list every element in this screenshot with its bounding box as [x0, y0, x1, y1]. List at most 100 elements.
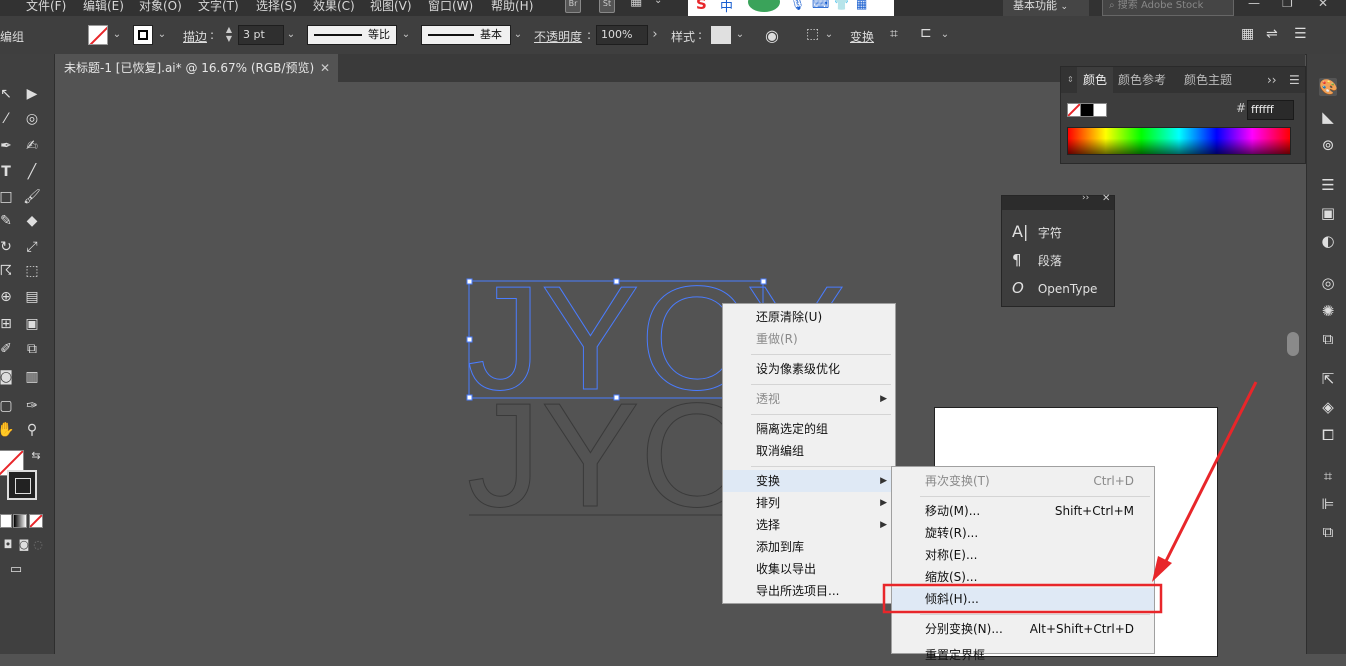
handle-top-center[interactable]	[613, 278, 620, 285]
submenu-item-rotate[interactable]: 旋转(R)...	[892, 522, 1154, 544]
gradient-panel-icon[interactable]: ▣	[1319, 204, 1337, 222]
minimize-icon[interactable]: —	[1248, 0, 1260, 10]
stroke-weight-dropdown[interactable]: ⌄	[284, 25, 298, 45]
handle-bottom-left[interactable]	[466, 394, 473, 401]
graphic-styles-icon[interactable]: ✺	[1319, 302, 1337, 320]
color-panel-icon[interactable]: 🎨	[1319, 78, 1338, 96]
brush-dropdown[interactable]: ⌄	[511, 25, 525, 45]
opentype-panel-item[interactable]: O OpenType	[1012, 278, 1097, 298]
curvature-tool-icon[interactable]: ✍	[22, 136, 42, 156]
pen-tool-icon[interactable]: ✒	[0, 136, 16, 156]
free-transform-tool-icon[interactable]: ⬚	[22, 261, 42, 281]
menu-file[interactable]: 文件(F)	[26, 0, 66, 14]
menu-item-perspective[interactable]: 透视 ▶	[723, 388, 895, 410]
menu-item-transform[interactable]: 变换 ▶	[723, 470, 895, 492]
artboards-panel-icon[interactable]: ⧠	[1319, 426, 1337, 444]
bridge-icon[interactable]: Br	[565, 0, 581, 13]
asset-export-icon[interactable]: ⧉	[1319, 330, 1337, 348]
menu-select[interactable]: 选择(S)	[256, 0, 297, 14]
opacity-label[interactable]: 不透明度	[534, 28, 582, 45]
none-swatch[interactable]	[1067, 103, 1081, 117]
menu-effect[interactable]: 效果(C)	[313, 0, 355, 14]
opacity-input[interactable]: 100%	[596, 25, 648, 45]
stroke-color-swatch[interactable]	[7, 470, 37, 500]
isolate-icon[interactable]: ⌗	[890, 26, 898, 42]
stock-search-input[interactable]: ⌕ 搜索 Adobe Stock	[1102, 0, 1234, 16]
rotate-tool-icon[interactable]: ↻	[0, 237, 16, 257]
menu-view[interactable]: 视图(V)	[370, 0, 412, 14]
black-swatch[interactable]	[1080, 103, 1094, 117]
menu-type[interactable]: 文字(T)	[198, 0, 239, 14]
menu-item-export-selection[interactable]: 导出所选项目...	[723, 580, 895, 602]
panel-expand-icon[interactable]: ››	[1267, 67, 1277, 93]
handle-top-left[interactable]	[466, 278, 473, 285]
fill-swatch[interactable]	[88, 25, 108, 45]
magic-wand-tool-icon[interactable]: ⁄	[0, 109, 16, 129]
handle-bottom-center[interactable]	[613, 394, 620, 401]
shape-builder-tool-icon[interactable]: ⊕	[0, 287, 16, 307]
perspective-grid-tool-icon[interactable]: ▤	[22, 287, 42, 307]
arrange-icon[interactable]: ▦	[1241, 26, 1254, 42]
gradient-tool-icon[interactable]: ▣	[22, 314, 42, 334]
character-panel-item[interactable]: A| 字符	[1012, 222, 1062, 242]
stroke-swatch[interactable]	[133, 25, 153, 45]
restore-icon[interactable]: ❐	[1282, 0, 1293, 10]
slice-tool-icon[interactable]: ✑	[22, 396, 42, 416]
document-tab[interactable]: 未标题-1 [已恢复].ai* @ 16.67% (RGB/预览) ✕	[55, 54, 338, 82]
vertical-scrollbar-thumb[interactable]	[1287, 332, 1299, 356]
tab-color-themes[interactable]: 颜色主题	[1184, 67, 1232, 93]
paintbrush-tool-icon[interactable]: 🖌	[22, 187, 42, 207]
stroke-panel-icon[interactable]: ☰	[1319, 176, 1337, 194]
mesh-tool-icon[interactable]: ⊞	[0, 314, 16, 334]
menu-item-pixel-optimize[interactable]: 设为像素级优化	[723, 358, 895, 380]
submenu-item-reflect[interactable]: 对称(E)...	[892, 544, 1154, 566]
lasso-tool-icon[interactable]: ◎	[22, 109, 42, 129]
collapse-icon[interactable]: ››	[1082, 193, 1089, 203]
brush-definition[interactable]: 基本	[421, 25, 511, 45]
symbol-sprayer-tool-icon[interactable]: ◙	[0, 367, 16, 387]
blend-tool-icon[interactable]: ⧉	[22, 339, 42, 359]
menu-item-redo[interactable]: 重做(R)	[723, 328, 895, 350]
align-dropdown[interactable]: ⌄	[822, 25, 836, 45]
stock-icon[interactable]: St	[599, 0, 615, 13]
panel-menu-icon[interactable]: ☰	[1289, 67, 1300, 93]
eyedropper-tool-icon[interactable]: ✐	[0, 339, 16, 359]
selection-tool-icon[interactable]: ↖	[0, 84, 16, 104]
none-mode-icon[interactable]	[29, 514, 43, 528]
paragraph-panel-item[interactable]: ¶ 段落	[1012, 250, 1062, 270]
screen-mode-icon[interactable]: ▭	[6, 560, 26, 580]
profile-dropdown[interactable]: ⌄	[399, 25, 413, 45]
graphic-style-swatch[interactable]	[711, 26, 731, 44]
color-themes-icon[interactable]: ⊚	[1319, 136, 1337, 154]
submenu-item-shear[interactable]: 倾斜(H)...	[892, 588, 1154, 610]
color-spectrum[interactable]	[1067, 127, 1291, 155]
submenu-item-scale[interactable]: 缩放(S)...	[892, 566, 1154, 588]
submenu-item-reset-bounding-box[interactable]: 重置定界框	[892, 644, 1154, 666]
warp-tool-icon[interactable]: ☈	[0, 261, 16, 281]
close-tab-icon[interactable]: ✕	[320, 54, 330, 82]
workspace-switcher[interactable]: 基本功能 ⌄	[1003, 0, 1089, 16]
tab-color-guide[interactable]: 颜色参考	[1118, 67, 1166, 93]
zoom-tool-icon[interactable]: ⚲	[22, 420, 42, 440]
submenu-item-transform-again[interactable]: 再次变换(T) Ctrl+D	[892, 470, 1154, 492]
stroke-weight-input[interactable]: 3 pt	[238, 25, 284, 45]
handle-top-right[interactable]	[760, 278, 767, 285]
stroke-stepper-icon[interactable]: ▲ ▼	[222, 25, 236, 45]
fill-dropdown-arrow[interactable]: ⌄	[110, 25, 124, 45]
hex-input[interactable]: ffffff	[1247, 100, 1294, 120]
layers-panel-icon[interactable]: ◈	[1319, 398, 1337, 416]
menu-item-isolate-group[interactable]: 隔离选定的组	[723, 418, 895, 440]
draw-inside-icon[interactable]: ◌	[28, 535, 48, 555]
panel-grip-icon[interactable]: ⇕	[1067, 67, 1074, 93]
submenu-item-move[interactable]: 移动(M)... Shift+Ctrl+M	[892, 500, 1154, 522]
transform-panel-icon[interactable]: ⌗	[1319, 467, 1337, 485]
ime-toolbar[interactable]: S 中 🎙 ⌨ 👕 ▦	[688, 0, 894, 16]
close-panel-icon[interactable]: ✕	[1102, 193, 1110, 204]
skin-icon[interactable]: 👕	[834, 0, 849, 11]
keyboard-icon[interactable]: ⌨	[812, 0, 829, 11]
eraser-tool-icon[interactable]: ◆	[22, 211, 42, 231]
transform-label[interactable]: 变换	[850, 28, 874, 45]
scale-tool-icon[interactable]: ⤢	[22, 237, 42, 257]
direct-selection-tool-icon[interactable]: ▶	[22, 84, 42, 104]
variable-width-profile[interactable]: 等比	[307, 25, 397, 45]
